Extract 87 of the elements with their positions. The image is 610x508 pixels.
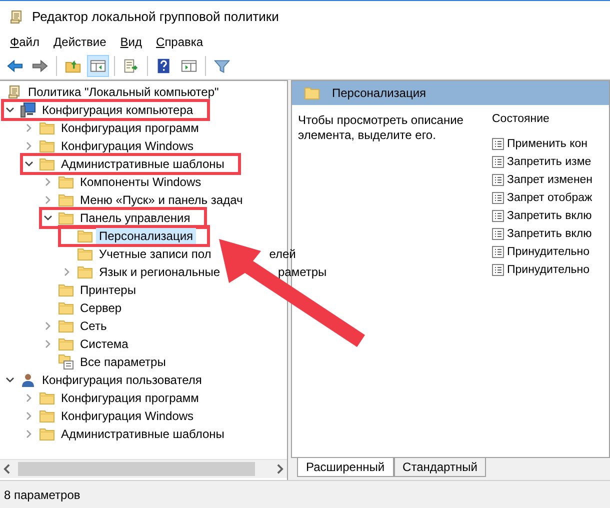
folder-icon	[39, 156, 55, 172]
tree-button[interactable]	[87, 54, 109, 76]
tree-item[interactable]: Принтеры	[77, 282, 139, 298]
tree-item-text-end: раметры	[278, 265, 327, 279]
tree-item[interactable]: Сервер	[77, 300, 125, 316]
expand-chevron-icon[interactable]	[24, 123, 34, 133]
collapse-chevron-icon[interactable]	[5, 375, 15, 385]
folder-icon	[58, 318, 74, 334]
folder-icon	[58, 192, 74, 208]
user-icon	[20, 372, 36, 388]
window-title: Редактор локальной групповой политики	[32, 9, 279, 24]
policy-setting-name[interactable]: Принудительно	[507, 264, 590, 276]
policy-setting-icon	[492, 174, 504, 186]
column-header[interactable]: Состояние	[492, 105, 609, 135]
tree-item-text-end: елей	[269, 247, 296, 261]
expand-chevron-icon[interactable]	[43, 195, 53, 205]
tree-item[interactable]: Система	[77, 336, 132, 352]
expand-chevron-icon[interactable]	[24, 393, 34, 403]
menu-item[interactable]: Вид	[120, 35, 142, 49]
tree-item[interactable]: Политика "Локальный компьютер"	[25, 84, 222, 100]
scroll-icon	[8, 8, 24, 24]
policy-setting-name[interactable]: Запрет отображ	[507, 192, 592, 204]
policy-setting-name[interactable]: Принудительно	[507, 246, 590, 258]
status-text: 8 параметров	[4, 488, 80, 502]
folder-icon	[39, 138, 55, 154]
description-text: Чтобы просмотреть описание элемента, выделите его.	[297, 112, 464, 143]
policy-setting-icon	[492, 210, 504, 222]
tree-item[interactable]: Конфигурация программ	[58, 120, 202, 136]
folder-icon	[39, 120, 55, 136]
expand-chevron-icon[interactable]	[43, 339, 53, 349]
collapse-chevron-icon[interactable]	[5, 105, 15, 115]
policy-setting-icon	[492, 138, 504, 150]
computer-icon	[20, 102, 36, 118]
collapse-chevron-icon[interactable]	[43, 213, 53, 223]
details-title: Персонализация	[332, 86, 426, 100]
view-tab[interactable]: Стандартный	[394, 458, 486, 477]
folder-icon	[304, 85, 320, 101]
policy-setting-icon	[492, 264, 504, 276]
folder-icon	[77, 264, 93, 280]
policy-setting-name[interactable]: Запретить вклю	[507, 228, 592, 240]
policy-setting-name[interactable]: Запретить изме	[507, 156, 592, 168]
expand-chevron-icon[interactable]	[43, 177, 53, 187]
folder-icon	[39, 426, 55, 442]
expand-chevron-icon[interactable]	[24, 411, 34, 421]
tree-item[interactable]: Персонализация	[96, 228, 196, 244]
tree-item[interactable]: Меню «Пуск» и панель задач	[77, 192, 246, 208]
folder-icon	[39, 408, 55, 424]
tree-item[interactable]: Административные шаблоны	[58, 156, 228, 172]
folder-icon	[58, 336, 74, 352]
tree-item[interactable]: Конфигурация Windows	[58, 138, 197, 154]
tree-item[interactable]: Административные шаблоны	[58, 426, 228, 442]
folder-icon	[58, 300, 74, 316]
tree-item[interactable]: Конфигурация пользователя	[39, 372, 205, 388]
folder-icon	[58, 210, 74, 226]
horizontal-scrollbar[interactable]	[0, 459, 287, 478]
policy-setting-icon	[492, 192, 504, 204]
policy-setting-icon	[492, 228, 504, 240]
tree-item[interactable]: Конфигурация программ	[58, 390, 202, 406]
policy-setting-icon	[492, 246, 504, 258]
policy-setting-name[interactable]: Применить кон	[507, 138, 588, 150]
expand-chevron-icon[interactable]	[43, 321, 53, 331]
tree-item[interactable]: Сеть	[77, 318, 110, 334]
folder-icon	[39, 390, 55, 406]
tree-item[interactable]: Конфигурация компьютера	[39, 102, 196, 118]
policy-setting-icon	[492, 156, 504, 168]
collapse-chevron-icon[interactable]	[24, 159, 34, 169]
tree-item[interactable]: Учетные записи пол	[96, 246, 214, 262]
menu-item[interactable]: Действие	[54, 35, 106, 49]
expand-chevron-icon[interactable]	[24, 141, 34, 151]
settings-list-icon	[58, 354, 74, 370]
tree-item[interactable]: Конфигурация Windows	[58, 408, 197, 424]
policy-setting-name[interactable]: Запрет изменен	[507, 174, 593, 186]
tree-item[interactable]: Панель управления	[77, 210, 194, 226]
policy-setting-name[interactable]: Запретить вклю	[507, 210, 592, 222]
folder-icon	[58, 282, 74, 298]
scroll-icon	[6, 84, 22, 100]
tree-item[interactable]: Компоненты Windows	[77, 174, 204, 190]
expand-chevron-icon[interactable]	[24, 429, 34, 439]
folder-icon	[58, 174, 74, 190]
menu-item[interactable]: Файл	[10, 35, 40, 49]
menu-item[interactable]: Справка	[156, 35, 204, 49]
folder-icon	[77, 246, 93, 262]
folder-icon	[77, 228, 93, 244]
expand-chevron-icon[interactable]	[62, 267, 72, 277]
tree-item[interactable]: Язык и региональные	[96, 264, 223, 280]
tree-item[interactable]: Все параметры	[77, 354, 169, 370]
view-tab[interactable]: Расширенный	[297, 458, 394, 477]
